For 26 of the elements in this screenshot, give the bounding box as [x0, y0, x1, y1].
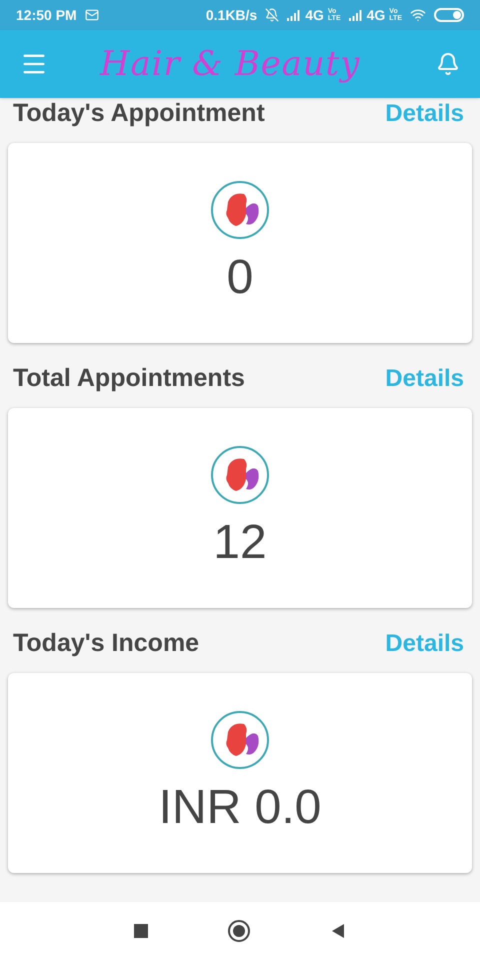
- network-type: 4G: [366, 6, 386, 24]
- salon-logo-icon: [210, 180, 270, 240]
- stat-value: 12: [213, 519, 267, 567]
- details-link[interactable]: Details: [385, 626, 464, 662]
- stat-value: 0: [226, 254, 254, 302]
- bell-off-icon: [265, 8, 280, 22]
- back-button[interactable]: [330, 923, 346, 939]
- network-type: 4G: [305, 6, 324, 24]
- network-speed: 0.1KB/s: [206, 6, 258, 24]
- status-time: 12:50 PM: [16, 6, 77, 24]
- signal-icon: [348, 10, 363, 20]
- mail-icon: [84, 8, 99, 22]
- details-link[interactable]: Details: [385, 96, 464, 132]
- section-title: Today's Income: [13, 628, 200, 660]
- app-title: Hair & Beauty: [100, 42, 360, 86]
- notification-button[interactable]: [436, 52, 460, 76]
- salon-logo-icon: [210, 445, 270, 505]
- section-title: Total Appointments: [13, 363, 245, 394]
- salon-logo-icon: [210, 710, 270, 770]
- details-link[interactable]: Details: [385, 361, 464, 397]
- section-title: Today's Appointment: [13, 98, 265, 130]
- battery-icon: [434, 8, 464, 22]
- signal-icon: [287, 10, 302, 20]
- stat-value: INR 0.0: [158, 784, 322, 832]
- home-button[interactable]: [228, 920, 250, 942]
- wifi-icon: [410, 7, 426, 23]
